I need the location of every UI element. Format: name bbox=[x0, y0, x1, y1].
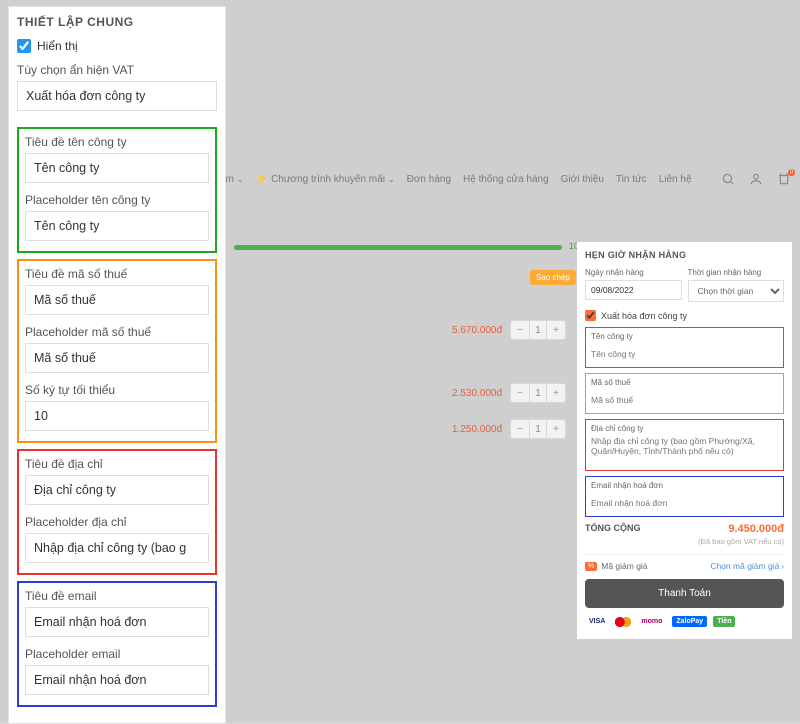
checkout-email-input[interactable] bbox=[591, 496, 778, 510]
vat-note: (Đã bao gồm VAT nếu có) bbox=[585, 537, 784, 546]
price-item-3: 1.250.000đ bbox=[452, 424, 502, 435]
discount-label: Mã giảm giá bbox=[601, 561, 647, 571]
date-input[interactable] bbox=[585, 280, 682, 300]
settings-title: THIẾT LẬP CHUNG bbox=[17, 15, 217, 29]
vat-checkbox[interactable] bbox=[585, 310, 596, 321]
company-title-input[interactable] bbox=[25, 153, 209, 183]
checkout-email-label: Email nhận hoá đơn bbox=[591, 481, 778, 490]
address-placeholder-label: Placeholder địa chỉ bbox=[25, 515, 209, 529]
checkout-panel: HẸN GIỜ NHẬN HÀNG Ngày nhận hàng Thời gi… bbox=[577, 242, 792, 639]
email-title-label: Tiêu đề email bbox=[25, 589, 209, 603]
time-select[interactable]: Chọn thời gian bbox=[688, 280, 785, 302]
zalopay-icon: ZaloPay bbox=[672, 616, 707, 627]
time-label: Thời gian nhận hàng bbox=[688, 268, 785, 277]
qty-stepper-3[interactable]: −1+ bbox=[510, 419, 566, 439]
total-value: 9.450.000đ bbox=[728, 523, 784, 535]
chevron-down-icon: ⌄ bbox=[388, 175, 395, 184]
company-placeholder-label: Placeholder tên công ty bbox=[25, 193, 209, 207]
checkout-company-input[interactable] bbox=[591, 347, 778, 361]
price-item-2: 2.530.000đ bbox=[452, 388, 502, 399]
choose-discount-link[interactable]: Chọn mã giảm giá › bbox=[710, 561, 784, 571]
nav-item-stores[interactable]: Hệ thống cửa hàng bbox=[463, 174, 549, 185]
settings-panel: THIẾT LẬP CHUNG Hiển thị Tùy chọn ẩn hiệ… bbox=[8, 6, 226, 724]
email-title-input[interactable] bbox=[25, 607, 209, 637]
tax-title-label: Tiêu đề mã số thuế bbox=[25, 267, 209, 281]
checkout-company-label: Tên công ty bbox=[591, 332, 778, 341]
email-field-group: Tiêu đề email Placeholder email bbox=[17, 581, 217, 707]
nav-item-promo[interactable]: ⚡Chương trình khuyến mãi ⌄ bbox=[256, 174, 395, 185]
display-checkbox-row[interactable]: Hiển thị bbox=[17, 39, 217, 53]
momo-icon: momo bbox=[637, 616, 666, 627]
price-item-1: 5.670.000đ bbox=[452, 325, 502, 336]
visa-icon: VISA bbox=[585, 616, 609, 627]
address-title-label: Tiêu đề địa chỉ bbox=[25, 457, 209, 471]
display-checkbox[interactable] bbox=[17, 39, 31, 53]
checkout-address-label: Địa chỉ công ty bbox=[591, 424, 778, 433]
chevron-down-icon: ⌄ bbox=[237, 175, 244, 184]
display-label: Hiển thị bbox=[37, 39, 78, 53]
checkout-tax-group: Mã số thuế bbox=[585, 373, 784, 414]
nav-item-orders[interactable]: Đơn hàng bbox=[407, 174, 451, 185]
company-title-label: Tiêu đề tên công ty bbox=[25, 135, 209, 149]
checkout-company-group: Tên công ty bbox=[585, 327, 784, 368]
qty-stepper-1[interactable]: −1+ bbox=[510, 320, 566, 340]
user-icon[interactable] bbox=[748, 171, 764, 187]
copy-button[interactable]: Sao chép bbox=[530, 270, 576, 285]
vat-checkbox-label: Xuất hóa đơn công ty bbox=[601, 311, 687, 321]
checkout-address-input[interactable] bbox=[591, 436, 778, 460]
tax-placeholder-label: Placeholder mã số thuế bbox=[25, 325, 209, 339]
address-placeholder-input[interactable] bbox=[25, 533, 209, 563]
payment-methods: VISA momo ZaloPay Tiền bbox=[585, 616, 784, 627]
checkout-address-group: Địa chỉ công ty bbox=[585, 419, 784, 471]
tax-field-group: Tiêu đề mã số thuế Placeholder mã số thu… bbox=[17, 259, 217, 443]
discount-icon: % bbox=[585, 562, 597, 571]
cart-icon[interactable]: 0 bbox=[776, 171, 792, 187]
checkout-tax-label: Mã số thuế bbox=[591, 378, 778, 387]
nav-item-about[interactable]: Giới thiệu bbox=[561, 174, 604, 185]
address-field-group: Tiêu đề địa chỉ Placeholder địa chỉ bbox=[17, 449, 217, 575]
divider bbox=[585, 554, 784, 555]
total-label: TỔNG CỘNG bbox=[585, 523, 641, 533]
address-title-input[interactable] bbox=[25, 475, 209, 505]
tax-min-label: Số ký tự tối thiểu bbox=[25, 383, 209, 397]
mastercard-icon bbox=[615, 617, 631, 627]
qty-stepper-2[interactable]: −1+ bbox=[510, 383, 566, 403]
search-icon[interactable] bbox=[720, 171, 736, 187]
checkout-tax-input[interactable] bbox=[591, 393, 778, 407]
cart-badge: 0 bbox=[788, 169, 795, 176]
email-placeholder-input[interactable] bbox=[25, 665, 209, 695]
tax-title-input[interactable] bbox=[25, 285, 209, 315]
company-placeholder-input[interactable] bbox=[25, 211, 209, 241]
cash-icon: Tiền bbox=[713, 616, 735, 627]
date-label: Ngày nhận hàng bbox=[585, 268, 682, 277]
nav-item-contact[interactable]: Liên hệ bbox=[659, 174, 692, 185]
top-nav: ẩm ⌄ ⚡Chương trình khuyến mãi ⌄ Đơn hàng… bbox=[220, 165, 792, 193]
progress-bar: 100% bbox=[234, 245, 562, 250]
vat-checkbox-row[interactable]: Xuất hóa đơn công ty bbox=[585, 310, 784, 321]
checkout-button[interactable]: Thanh Toán bbox=[585, 579, 784, 608]
email-placeholder-label: Placeholder email bbox=[25, 647, 209, 661]
vat-toggle-label: Tùy chọn ẩn hiện VAT bbox=[17, 63, 217, 77]
checkout-title: HẸN GIỜ NHẬN HÀNG bbox=[585, 250, 784, 260]
vat-toggle-input[interactable] bbox=[17, 81, 217, 111]
tax-min-input[interactable] bbox=[25, 401, 209, 431]
nav-item-news[interactable]: Tin tức bbox=[616, 174, 647, 185]
tax-placeholder-input[interactable] bbox=[25, 343, 209, 373]
chevron-right-icon: › bbox=[781, 562, 784, 571]
company-field-group: Tiêu đề tên công ty Placeholder tên công… bbox=[17, 127, 217, 253]
checkout-email-group: Email nhận hoá đơn bbox=[585, 476, 784, 517]
